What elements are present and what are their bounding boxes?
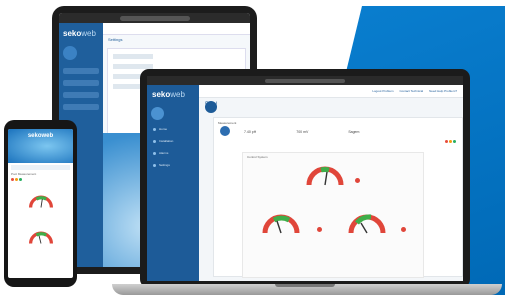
topbar-link[interactable]: Contact Technical: [400, 89, 424, 93]
phone-status-dots: [11, 178, 70, 181]
gauge-rx: [348, 214, 386, 234]
tablet-url-field[interactable]: [119, 15, 190, 21]
phone-logo: sekoweb: [27, 133, 54, 139]
page-title: Pool: [199, 98, 463, 112]
user-name: [167, 112, 168, 116]
panel-title: Control System: [247, 155, 268, 159]
topbar-link[interactable]: Logout Problem: [372, 89, 393, 93]
alarm-indicator: [355, 178, 360, 183]
status-dot: [449, 140, 452, 143]
tablet-nav-item[interactable]: [63, 104, 99, 110]
stats-row: 7.40 pH 700 mV Sagem: [244, 130, 359, 134]
tablet-nav-item[interactable]: [63, 68, 99, 74]
stat-name: Sagem: [348, 130, 360, 134]
phone-gauge: [28, 195, 54, 208]
laptop-topbar: Logout Problem Contact Technical Need He…: [199, 85, 463, 98]
nav-home[interactable]: Home: [147, 123, 199, 135]
stat-ph: 7.40 pH: [244, 130, 257, 134]
tablet-field[interactable]: [113, 54, 153, 59]
tablet-section-title: Settings: [108, 37, 123, 42]
settings-icon: [153, 163, 156, 167]
nav-settings[interactable]: Settings: [147, 159, 199, 171]
laptop-device: sekoweb Home Installation Alarms Setting…: [140, 69, 470, 288]
laptop-notch: [275, 284, 335, 287]
laptop-url-field[interactable]: [265, 78, 345, 83]
laptop-user: [147, 104, 199, 123]
status-dot: [15, 178, 18, 181]
laptop-sidebar: sekoweb Home Installation Alarms Setting…: [147, 85, 199, 281]
laptop-screen: sekoweb Home Installation Alarms Setting…: [147, 76, 463, 281]
nav-installation[interactable]: Installation: [147, 135, 199, 147]
tablet-browser-bar: [59, 13, 250, 23]
status-dot: [453, 140, 456, 143]
device-icon: [220, 126, 230, 136]
tablet-header: [103, 23, 250, 35]
phone-caption: Pool Measurement: [11, 172, 37, 176]
installation-icon: [153, 139, 156, 143]
nav-alarms[interactable]: Alarms: [147, 147, 199, 159]
card-title: Measurement: [218, 121, 237, 125]
user-avatar: [151, 107, 164, 120]
gauge-cl: [262, 214, 300, 234]
phone-screen: sekoweb Pool Measurement: [8, 129, 73, 278]
alarm-indicator: [317, 227, 322, 232]
tablet-nav-item[interactable]: [63, 80, 99, 86]
status-dot: [11, 178, 14, 181]
laptop-browser-bar: [147, 76, 463, 85]
home-icon: [153, 127, 156, 131]
control-panel: Control System: [242, 152, 424, 278]
status-dots: [445, 140, 456, 143]
tablet-logo: sekoweb: [63, 29, 96, 38]
alarm-indicator: [401, 227, 406, 232]
measurement-card: Measurement 7.40 pH 700 mV Sagem Control…: [213, 117, 463, 278]
status-dot: [445, 140, 448, 143]
status-dot: [19, 178, 22, 181]
phone-gauge: [28, 231, 54, 244]
laptop-logo: sekoweb: [152, 90, 185, 99]
gauge-ph: [306, 166, 344, 186]
alarm-icon: [153, 151, 156, 155]
laptop-main: Logout Problem Contact Technical Need He…: [199, 85, 463, 281]
pool-icon: [205, 101, 217, 113]
tablet-nav-item[interactable]: [63, 92, 99, 98]
tablet-avatar: [63, 45, 77, 60]
phone-device: sekoweb Pool Measurement: [4, 120, 77, 287]
phone-tab[interactable]: [11, 165, 70, 170]
stat-mv: 700 mV: [296, 130, 309, 134]
phone-hero: sekoweb: [8, 129, 73, 163]
topbar-link[interactable]: Need Help Problem?: [429, 89, 457, 93]
